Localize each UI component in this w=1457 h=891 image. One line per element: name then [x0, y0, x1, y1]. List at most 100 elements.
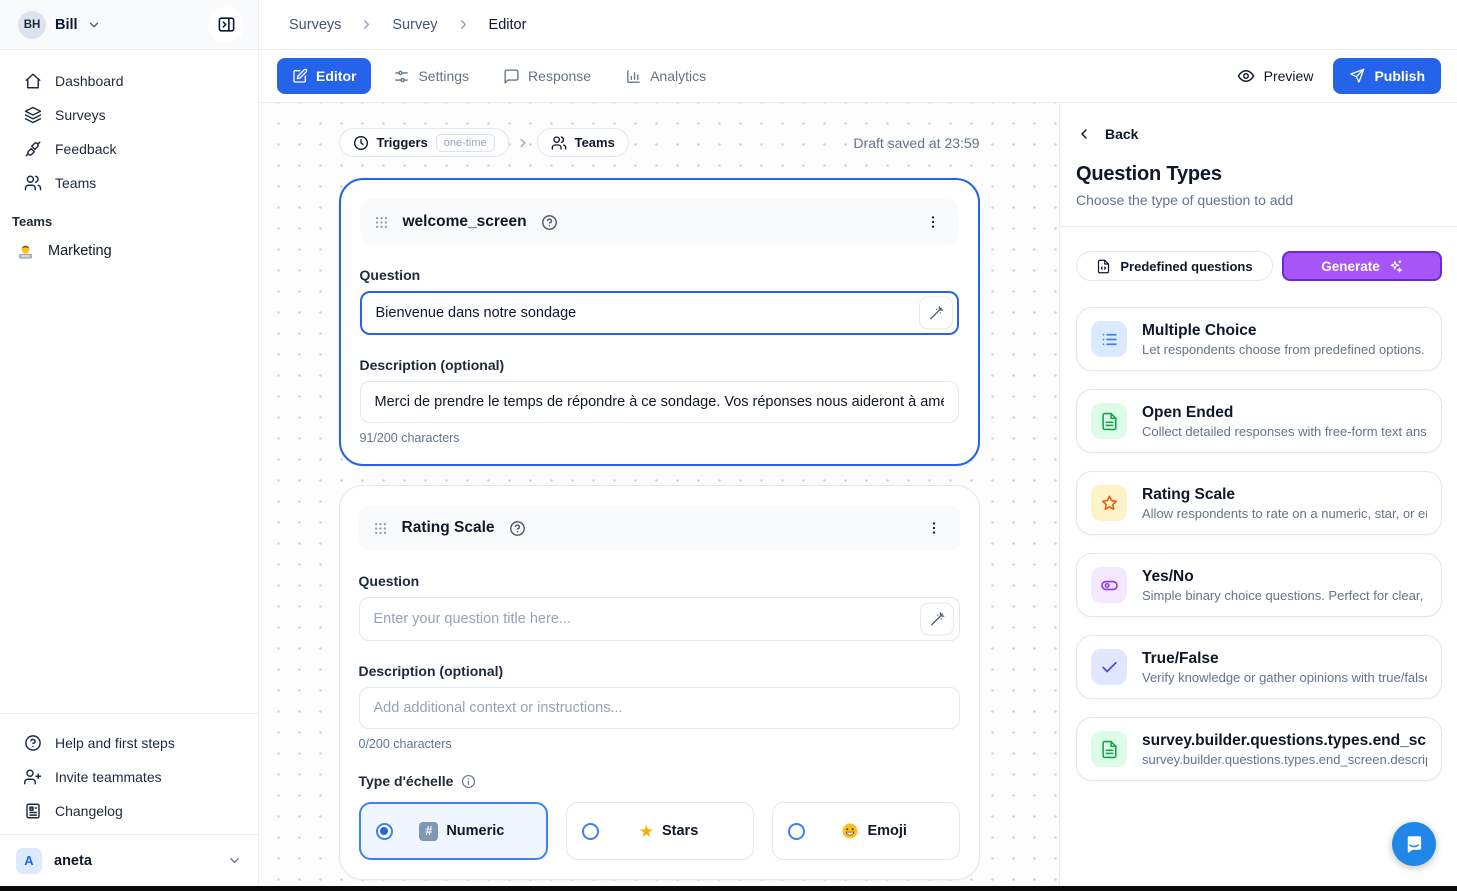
- tab-label: Analytics: [650, 68, 706, 84]
- drag-handle-icon[interactable]: [373, 521, 388, 536]
- sidebar-item-label: Teams: [55, 175, 96, 191]
- plug-icon: [24, 140, 42, 158]
- scale-type-options: # Numeric ★ Stars: [359, 802, 960, 860]
- sidebar-item-help[interactable]: Help and first steps: [12, 726, 246, 760]
- bar-chart-icon: [625, 68, 642, 85]
- predefined-questions-label: Predefined questions: [1120, 259, 1252, 274]
- question-type-list: Multiple Choice Let respondents choose f…: [1076, 307, 1442, 781]
- account-name: aneta: [54, 853, 92, 869]
- help-circle-icon[interactable]: [541, 214, 558, 231]
- char-count: 91/200 characters: [360, 431, 959, 445]
- publish-label: Publish: [1374, 68, 1425, 84]
- sidebar-item-changelog[interactable]: Changelog: [12, 794, 246, 828]
- type-card-rating-scale[interactable]: Rating Scale Allow respondents to rate o…: [1076, 471, 1442, 535]
- generate-button[interactable]: Generate: [1282, 251, 1442, 281]
- smiley-emoji-icon: [841, 822, 859, 840]
- survey-canvas: Triggers one-time Teams Draft saved at 2…: [259, 103, 1059, 886]
- panel-subtitle: Choose the type of question to add: [1076, 192, 1442, 208]
- sidebar-item-feedback[interactable]: Feedback: [12, 132, 246, 166]
- chevron-left-icon: [1076, 126, 1092, 142]
- breadcrumb-survey[interactable]: Survey: [392, 17, 437, 33]
- breadcrumb-editor[interactable]: Editor: [489, 17, 527, 33]
- info-icon[interactable]: [461, 774, 476, 789]
- question-card-rating-scale[interactable]: Rating Scale Question Description (opti: [339, 485, 980, 880]
- tab-response[interactable]: Response: [491, 58, 603, 94]
- toggle-icon: [1091, 567, 1127, 603]
- question-title-input[interactable]: [360, 291, 959, 335]
- question-label: Question: [359, 573, 960, 589]
- teams-section-header: Teams: [0, 200, 258, 233]
- survey-editor-app: BH Bill Dashboard Surveys: [0, 0, 1457, 891]
- predefined-questions-button[interactable]: Predefined questions: [1076, 251, 1273, 281]
- user-plus-icon: [24, 768, 42, 786]
- back-button[interactable]: Back: [1076, 126, 1442, 142]
- kebab-menu-icon[interactable]: [921, 210, 945, 234]
- type-card-yes-no[interactable]: Yes/No Simple binary choice questions. P…: [1076, 553, 1442, 617]
- type-title: Yes/No: [1142, 568, 1427, 586]
- char-count: 0/200 characters: [359, 737, 960, 751]
- publish-button[interactable]: Publish: [1333, 58, 1441, 94]
- scale-option-numeric[interactable]: # Numeric: [359, 802, 549, 860]
- description-input[interactable]: [360, 381, 959, 423]
- scale-option-emoji[interactable]: Emoji: [772, 802, 960, 860]
- triggers-chip[interactable]: Triggers one-time: [339, 128, 509, 157]
- type-card-open-ended[interactable]: Open Ended Collect detailed responses wi…: [1076, 389, 1442, 453]
- tab-label: Response: [528, 68, 591, 84]
- option-label: Emoji: [867, 823, 906, 839]
- back-label: Back: [1105, 126, 1138, 142]
- sparkles-icon: [1388, 259, 1403, 274]
- triggers-label: Triggers: [377, 135, 428, 150]
- generate-label: Generate: [1321, 259, 1380, 274]
- account-menu[interactable]: A aneta: [0, 834, 258, 886]
- sidebar-item-dashboard[interactable]: Dashboard: [12, 64, 246, 98]
- chevron-right-icon: [359, 17, 374, 32]
- help-circle-icon[interactable]: [509, 520, 526, 537]
- layers-icon: [24, 106, 42, 124]
- breadcrumb: Surveys Survey Editor: [259, 0, 1457, 50]
- sidebar-item-invite[interactable]: Invite teammates: [12, 760, 246, 794]
- sidebar-nav: Dashboard Surveys Feedback Teams: [0, 50, 258, 200]
- drag-handle-icon[interactable]: [374, 215, 389, 230]
- tab-editor[interactable]: Editor: [277, 58, 371, 94]
- question-card-title: welcome_screen: [403, 213, 527, 231]
- chevron-down-icon: [227, 853, 242, 868]
- magic-wand-button[interactable]: [920, 603, 954, 636]
- sidebar-item-teams[interactable]: Teams: [12, 166, 246, 200]
- technologist-emoji-icon: [16, 242, 35, 261]
- avatar: BH: [18, 11, 46, 39]
- type-description: Collect detailed responses with free-for…: [1142, 424, 1427, 439]
- scale-option-stars[interactable]: ★ Stars: [566, 802, 754, 860]
- tab-analytics[interactable]: Analytics: [613, 58, 718, 94]
- workspace-switcher[interactable]: BH Bill: [0, 0, 258, 50]
- message-square-icon: [503, 68, 520, 85]
- magic-wand-button[interactable]: [919, 297, 953, 330]
- tab-label: Settings: [418, 68, 469, 84]
- tab-settings[interactable]: Settings: [381, 58, 481, 94]
- type-title: Rating Scale: [1142, 486, 1427, 504]
- breadcrumb-surveys[interactable]: Surveys: [289, 17, 341, 33]
- sidebar-toggle-button[interactable]: [208, 7, 244, 43]
- radio-unselected[interactable]: [788, 823, 805, 840]
- type-card-true-false[interactable]: True/False Verify knowledge or gather op…: [1076, 635, 1442, 699]
- radio-selected[interactable]: [376, 823, 393, 840]
- question-types-panel: Back Question Types Choose the type of q…: [1059, 103, 1457, 886]
- type-card-end-screen[interactable]: survey.builder.questions.types.end_scr..…: [1076, 717, 1442, 781]
- question-title-input[interactable]: [359, 597, 960, 641]
- teams-chip[interactable]: Teams: [537, 128, 629, 157]
- radio-unselected[interactable]: [582, 823, 599, 840]
- type-description: Simple binary choice questions. Perfect …: [1142, 588, 1427, 603]
- kebab-menu-icon[interactable]: [922, 516, 946, 540]
- send-icon: [1349, 68, 1365, 84]
- type-description: Let respondents choose from predefined o…: [1142, 342, 1427, 357]
- type-card-multiple-choice[interactable]: Multiple Choice Let respondents choose f…: [1076, 307, 1442, 371]
- description-input[interactable]: [359, 687, 960, 729]
- sidebar-item-surveys[interactable]: Surveys: [12, 98, 246, 132]
- account-avatar: A: [16, 848, 42, 874]
- sidebar-team-marketing[interactable]: Marketing: [0, 233, 258, 269]
- panel-title: Question Types: [1076, 163, 1442, 186]
- sidebar-item-label: Feedback: [55, 141, 116, 157]
- sidebar-item-label: Help and first steps: [55, 735, 175, 751]
- chat-launcher-button[interactable]: [1392, 822, 1436, 866]
- question-card-welcome-screen[interactable]: welcome_screen Question Description (op: [339, 178, 980, 466]
- preview-button[interactable]: Preview: [1237, 67, 1314, 85]
